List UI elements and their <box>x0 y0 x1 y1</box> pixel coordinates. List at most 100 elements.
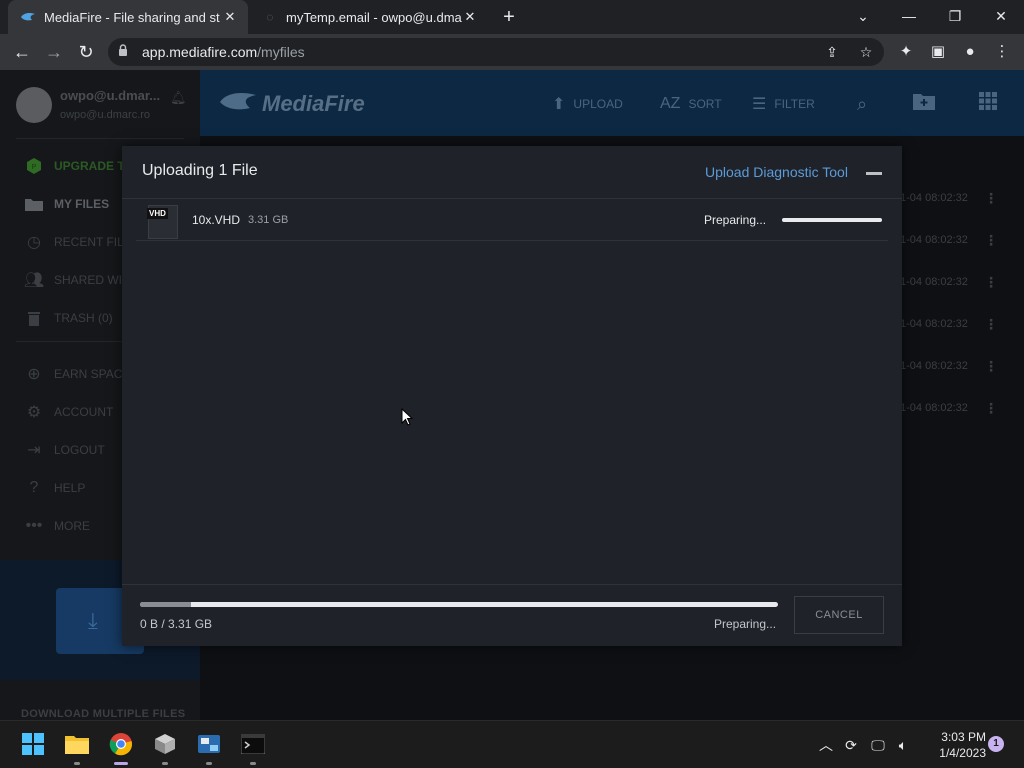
close-tab-icon[interactable]: ✕ <box>222 9 238 25</box>
more-icon: ••• <box>25 517 43 534</box>
clock-date: 1/4/2023 <box>939 746 986 760</box>
notification-badge[interactable]: 1 <box>988 736 1004 752</box>
tab-search-chevron-icon[interactable]: ⌄ <box>843 4 883 28</box>
users-icon: 👥︎ <box>23 272 45 289</box>
file-row[interactable]: 1-04 08:02:32 ⋮ <box>900 190 1024 210</box>
reload-icon[interactable]: ↻ <box>74 40 98 64</box>
upload-diagnostic-tool-link[interactable]: Upload Diagnostic Tool <box>705 164 848 180</box>
tab-title: MediaFire - File sharing and stora <box>44 9 220 25</box>
upload-file-status: Preparing... <box>704 213 767 227</box>
file-progress-bar <box>782 218 882 222</box>
upload-file-name: 10x.VHD <box>192 213 241 227</box>
avatar[interactable] <box>16 87 52 123</box>
logout-icon: ⇥ <box>27 442 41 459</box>
tab-mediafire[interactable]: MediaFire - File sharing and stora ✕ <box>8 0 248 34</box>
plus-circle-icon: ⊕ <box>27 366 41 383</box>
new-folder-icon[interactable] <box>912 92 936 116</box>
running-indicator <box>250 762 256 765</box>
forward-arrow-icon[interactable]: → <box>42 40 66 64</box>
windows-start-icon[interactable] <box>20 731 46 757</box>
mouse-cursor-icon <box>401 407 414 426</box>
tab-title: myTemp.email - owpo@u.dmarc. <box>286 9 462 25</box>
tab-mytemp-email[interactable]: ◌ myTemp.email - owpo@u.dmarc. ✕ <box>252 0 488 34</box>
file-date: 1-04 08:02:32 <box>900 360 968 372</box>
total-progress-fill <box>140 602 192 607</box>
more-vertical-icon[interactable]: ⋮ <box>984 400 998 417</box>
running-indicator <box>162 762 168 765</box>
upload-button[interactable]: ⬆ UPLOAD <box>552 92 623 116</box>
file-row[interactable]: 1-04 08:02:32 ⋮ <box>900 358 1024 378</box>
system-clock[interactable]: 3:03 PM 1/4/2023 <box>922 729 986 761</box>
grid-view-icon[interactable] <box>976 92 1000 116</box>
window-close-icon[interactable]: ✕ <box>981 4 1021 28</box>
folder-icon <box>24 194 44 214</box>
sync-icon[interactable]: ⟳ <box>841 735 861 755</box>
new-tab-icon[interactable]: + <box>498 6 520 28</box>
file-date: 1-04 08:02:32 <box>900 276 968 288</box>
sort-button[interactable]: AZ SORT <box>660 92 722 116</box>
app-topbar: MediaFire ⬆ UPLOAD AZ SORT ☰ FILTER ⌕ <box>200 70 1024 136</box>
download-multiple-files[interactable]: DOWNLOAD MULTIPLE FILES <box>21 708 185 720</box>
settings-app-icon[interactable] <box>196 731 222 765</box>
upload-icon: ⬆ <box>552 96 566 113</box>
address-bar[interactable]: app.mediafire.com/myfiles ⇪ ☆ <box>108 38 884 66</box>
search-icon[interactable]: ⌕ <box>850 92 874 116</box>
terminal-icon[interactable] <box>240 731 266 765</box>
extensions-puzzle-icon[interactable]: ✦ <box>896 42 916 62</box>
minimize-dialog-icon[interactable] <box>866 172 882 175</box>
running-indicator <box>74 762 80 765</box>
side-panel-icon[interactable]: ▣ <box>928 42 948 62</box>
minimize-icon[interactable]: — <box>889 4 929 28</box>
chevron-up-icon[interactable]: ︿ <box>816 735 836 755</box>
account-panel[interactable]: owpo@u.dmar... owpo@u.dmarc.ro 🔔︎ <box>0 70 200 138</box>
account-email: owpo@u.dmarc.ro <box>60 109 151 121</box>
more-vertical-icon[interactable]: ⋮ <box>984 274 998 291</box>
filter-button[interactable]: ☰ FILTER <box>752 92 815 116</box>
total-size-text: 0 B / 3.31 GB <box>140 617 213 631</box>
mediafire-logo[interactable]: MediaFire <box>218 90 365 118</box>
upload-file-row: VHD 10x.VHD 3.31 GB Preparing... <box>136 199 888 241</box>
bell-icon[interactable]: 🔔︎ <box>170 90 187 106</box>
chrome-menu-icon[interactable]: ⋮ <box>992 42 1012 62</box>
file-date: 1-04 08:02:32 <box>900 402 968 414</box>
bookmark-star-icon[interactable]: ☆ <box>856 42 876 62</box>
sidebar-item-label: TRASH (0) <box>54 311 113 325</box>
share-icon[interactable]: ⇪ <box>822 42 842 62</box>
vhd-file-icon: VHD <box>147 205 178 239</box>
file-explorer-icon[interactable] <box>64 731 90 765</box>
file-date: 1-04 08:02:32 <box>900 318 968 330</box>
loading-favicon-icon: ◌ <box>266 10 274 24</box>
sort-label: SORT <box>688 97 722 111</box>
total-progress-bar <box>140 602 778 607</box>
gear-icon: ⚙ <box>26 404 42 421</box>
restore-icon[interactable]: ❐ <box>935 4 975 28</box>
file-row[interactable]: 1-04 08:02:32 ⋮ <box>900 274 1024 294</box>
sidebar-item-label: HELP <box>54 481 86 495</box>
file-row[interactable]: 1-04 08:02:32 ⋮ <box>900 400 1024 420</box>
close-tab-icon[interactable]: ✕ <box>462 9 478 25</box>
sidebar-item-label: LOGOUT <box>54 443 105 457</box>
back-arrow-icon[interactable]: ← <box>10 40 34 64</box>
sidebar-item-label: EARN SPACE <box>54 367 131 381</box>
file-row[interactable]: 1-04 08:02:32 ⋮ <box>900 316 1024 336</box>
file-row[interactable]: 1-04 08:02:32 ⋮ <box>900 232 1024 252</box>
sidebar-item-label: RECENT FILE <box>54 235 132 249</box>
profile-icon[interactable]: ● <box>960 42 980 62</box>
more-vertical-icon[interactable]: ⋮ <box>984 232 998 249</box>
browser-tab-strip: MediaFire - File sharing and stora ✕ ◌ m… <box>0 0 1024 34</box>
more-vertical-icon[interactable]: ⋮ <box>984 190 998 207</box>
dialog-header: Uploading 1 File Upload Diagnostic Tool <box>122 146 902 199</box>
cancel-button[interactable]: CANCEL <box>794 596 884 634</box>
volume-icon[interactable]: 🔈︎ <box>893 735 913 755</box>
running-indicator <box>206 762 212 765</box>
file-date: 1-04 08:02:32 <box>900 192 968 204</box>
trash-icon <box>24 308 44 328</box>
file-date: 1-04 08:02:32 <box>900 234 968 246</box>
chrome-icon[interactable] <box>108 731 134 765</box>
package-app-icon[interactable] <box>152 731 178 765</box>
help-icon: ? <box>29 479 39 496</box>
more-vertical-icon[interactable]: ⋮ <box>984 316 998 333</box>
more-vertical-icon[interactable]: ⋮ <box>984 358 998 375</box>
network-icon[interactable]: 🖵︎ <box>868 735 888 755</box>
dialog-title: Uploading 1 File <box>142 162 258 179</box>
